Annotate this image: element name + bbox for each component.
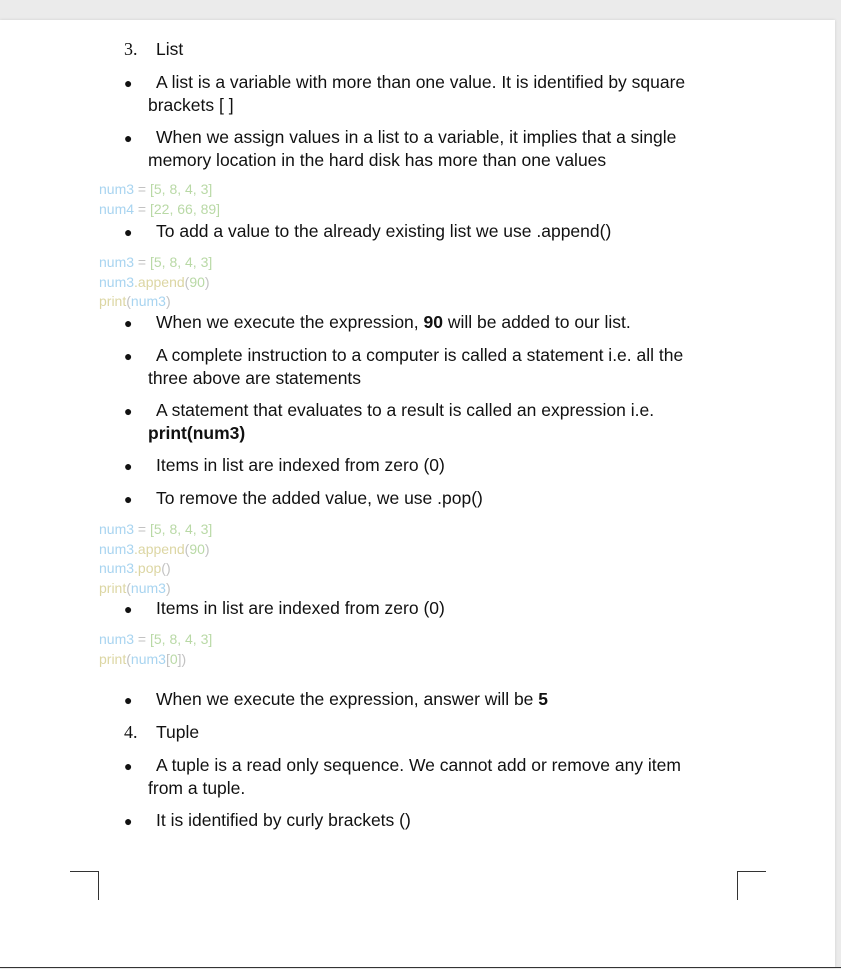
list-item: ● When we assign values in a list to a va… bbox=[124, 126, 714, 171]
code-block: num3 = [5, 8, 4, 3] num3.append(90) num3… bbox=[99, 521, 213, 596]
bullet-icon: ● bbox=[124, 458, 133, 474]
bullet-icon: ● bbox=[124, 315, 133, 331]
list-item: ● A tuple is a read only sequence. We can… bbox=[124, 754, 714, 799]
list-item: ● It is identified by curly brackets () bbox=[124, 809, 411, 832]
page-bottom-border bbox=[0, 967, 841, 968]
bullet-text-continuation: brackets [ ] bbox=[148, 95, 234, 115]
list-item: ● When we execute the expression, answer … bbox=[124, 689, 549, 709]
list-item: ● To remove the added value, we use .pop(… bbox=[124, 487, 483, 510]
bullet-text: A complete instruction to a computer is … bbox=[156, 345, 684, 365]
bullet-icon: ● bbox=[124, 601, 133, 617]
section-number: 4. bbox=[124, 722, 138, 742]
list-item: ● When we execute the expression, 90 will… bbox=[124, 312, 631, 332]
bullet-text: To remove the added value, we use .pop() bbox=[156, 488, 483, 508]
section-title: Tuple bbox=[156, 722, 200, 742]
list-item: ● To add a value to the already existing … bbox=[124, 220, 611, 243]
list-item: ● A statement that evaluates to a result … bbox=[124, 399, 714, 444]
bullet-text: A tuple is a read only sequence. We cann… bbox=[156, 755, 681, 775]
bullet-icon: ● bbox=[124, 692, 133, 708]
bullet-text-continuation: from a tuple. bbox=[148, 778, 246, 798]
bullet-text-continuation: memory location in the hard disk has mor… bbox=[148, 150, 607, 170]
bullet-icon: ● bbox=[124, 403, 133, 419]
bullet-icon: ● bbox=[124, 758, 133, 774]
section-heading-tuple: 4. Tuple bbox=[124, 721, 199, 743]
section-number: 3. bbox=[124, 39, 138, 59]
bullet-text: Items in list are indexed from zero (0) bbox=[156, 455, 445, 475]
section-title: List bbox=[156, 39, 184, 59]
bullet-icon: ● bbox=[124, 224, 133, 240]
bullet-icon: ● bbox=[124, 348, 133, 364]
section-heading-list: 3. List bbox=[124, 38, 183, 60]
bullet-text: A list is a variable with more than one … bbox=[156, 72, 686, 92]
bullet-text: When we assign values in a list to a var… bbox=[156, 127, 677, 147]
margin-corner-mark-right bbox=[737, 871, 766, 900]
margin-corner-mark-left bbox=[70, 871, 99, 900]
code-block: num3 = [5, 8, 4, 3] num4 = [22, 66, 89] bbox=[99, 181, 221, 217]
bullet-text-continuation: three above are statements bbox=[148, 368, 362, 388]
bullet-icon: ● bbox=[124, 813, 133, 829]
code-block: num3 = [5, 8, 4, 3] print(num3[0]) bbox=[99, 631, 213, 667]
bullet-text-continuation: print(num3) bbox=[148, 423, 246, 443]
bullet-icon: ● bbox=[124, 75, 133, 91]
bullet-text: To add a value to the already existing l… bbox=[156, 221, 612, 241]
bullet-icon: ● bbox=[124, 491, 133, 507]
list-item: ● Items in list are indexed from zero (0) bbox=[124, 597, 445, 620]
bullet-text: Items in list are indexed from zero (0) bbox=[156, 598, 445, 618]
code-block: num3 = [5, 8, 4, 3] num3.append(90) prin… bbox=[99, 254, 213, 309]
list-item: ● A list is a variable with more than one… bbox=[124, 71, 714, 116]
list-item: ● Items in list are indexed from zero (0) bbox=[124, 454, 445, 477]
bullet-text: It is identified by curly brackets () bbox=[156, 810, 411, 830]
bullet-icon: ● bbox=[124, 130, 133, 146]
list-item: ● A complete instruction to a computer is… bbox=[124, 344, 714, 389]
bullet-text: A statement that evaluates to a result i… bbox=[156, 400, 655, 420]
